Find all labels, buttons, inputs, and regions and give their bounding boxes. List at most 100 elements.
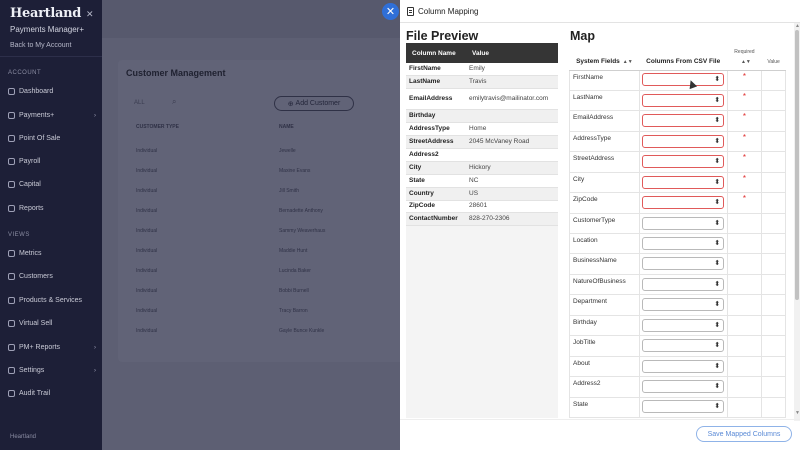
sidebar-item-capital[interactable]: Capital xyxy=(8,181,96,188)
chevron-right-icon: › xyxy=(94,344,96,351)
sidebar-item-products-services[interactable]: Products & Services xyxy=(8,297,96,304)
nav-icon xyxy=(8,273,15,280)
map-row: AddressType * xyxy=(569,130,786,153)
csv-column-cell xyxy=(638,294,728,316)
column-header-name[interactable]: NAME xyxy=(279,124,294,130)
nav-icon xyxy=(8,181,15,188)
cell-name: Jewelle xyxy=(279,148,296,154)
preview-row: AddressType Home xyxy=(406,122,558,137)
csv-column-cell xyxy=(638,212,728,235)
close-drawer-button[interactable]: ✕ xyxy=(382,3,399,20)
csv-column-select[interactable] xyxy=(642,339,725,353)
system-fields-label: System Fields xyxy=(576,57,620,65)
filter-select[interactable]: ALL xyxy=(134,100,145,106)
preview-column-name: LastName xyxy=(406,75,466,90)
back-to-account-link[interactable]: Back to My Account xyxy=(10,42,71,49)
preview-value xyxy=(466,148,558,162)
preview-row: Birthday xyxy=(406,109,558,124)
file-preview-empty-area xyxy=(406,226,558,418)
nav-icon xyxy=(8,390,15,397)
cell-customer-type: Individual xyxy=(136,248,158,254)
csv-column-cell xyxy=(638,396,728,418)
value-header: Value xyxy=(761,43,786,71)
cell-name: Maddie Hunt xyxy=(279,248,308,254)
csv-column-cell xyxy=(638,110,728,132)
column-header-type[interactable]: CUSTOMER TYPE xyxy=(136,124,179,130)
csv-column-select[interactable] xyxy=(642,196,725,210)
value-cell xyxy=(761,396,786,418)
required-cell xyxy=(726,335,763,357)
sidebar-item-payroll[interactable]: Payroll xyxy=(8,158,96,165)
map-row: StreetAddress * xyxy=(569,151,786,173)
map-row: CustomerType xyxy=(569,212,786,235)
search-icon[interactable]: ⌕ xyxy=(172,97,176,107)
required-header[interactable]: Required ▲▼ xyxy=(727,43,762,71)
preview-column-name: Birthday xyxy=(406,109,466,124)
map-row: JobTitle xyxy=(569,335,786,357)
value-cell xyxy=(761,355,786,378)
map-row: Location xyxy=(569,232,786,255)
csv-column-select[interactable] xyxy=(642,359,725,373)
csv-column-select[interactable] xyxy=(642,175,725,189)
csv-column-select[interactable] xyxy=(642,400,725,414)
preview-value: NC xyxy=(466,174,558,188)
scroll-up-icon[interactable]: ▲ xyxy=(795,23,800,29)
required-asterisk: * xyxy=(742,194,746,204)
sidebar-item-virtual-sell[interactable]: Virtual Sell xyxy=(8,320,96,327)
csv-column-cell xyxy=(638,151,728,173)
value-cell xyxy=(761,110,786,132)
map-row: State xyxy=(569,396,786,418)
system-field-name: Birthday xyxy=(569,314,640,337)
csv-column-cell xyxy=(638,89,728,112)
sidebar-item-audit-trail[interactable]: Audit Trail xyxy=(8,390,96,397)
system-fields-header[interactable]: System Fields ▲▼ xyxy=(569,43,640,71)
map-row: Address2 xyxy=(569,376,786,398)
sidebar-section-views: VIEWS xyxy=(8,232,30,238)
csv-column-select[interactable] xyxy=(642,236,725,250)
scroll-down-icon[interactable]: ▼ xyxy=(795,410,800,416)
value-cell xyxy=(761,171,786,194)
system-field-name: LastName xyxy=(569,89,640,112)
sidebar-item-label: Customers xyxy=(19,273,53,280)
sidebar-item-dashboard[interactable]: Dashboard xyxy=(8,88,96,95)
cell-name: Lucinda Baker xyxy=(279,268,311,274)
csv-column-select[interactable] xyxy=(642,114,725,128)
add-customer-button[interactable]: ⊕ Add Customer xyxy=(274,96,354,111)
sidebar-item-settings[interactable]: Settings › xyxy=(8,367,96,374)
csv-column-select[interactable] xyxy=(642,155,725,169)
csv-column-select[interactable] xyxy=(642,257,725,271)
sidebar-item-pm-reports[interactable]: PM+ Reports › xyxy=(8,344,96,351)
csv-column-select[interactable] xyxy=(642,277,725,291)
customer-card xyxy=(118,60,408,362)
save-mapped-columns-button[interactable]: Save Mapped Columns xyxy=(696,426,792,442)
sidebar-close-icon[interactable]: ✕ xyxy=(86,9,94,20)
csv-column-cell xyxy=(638,335,728,357)
value-cell xyxy=(761,130,786,153)
csv-column-select[interactable] xyxy=(642,318,725,332)
csv-column-select[interactable] xyxy=(642,216,725,230)
csv-column-select[interactable] xyxy=(642,298,725,312)
nav-icon xyxy=(8,344,15,351)
sidebar-item-customers[interactable]: Customers xyxy=(8,273,96,280)
sidebar-item-metrics[interactable]: Metrics xyxy=(8,250,96,257)
sort-icon: ▲▼ xyxy=(622,58,633,65)
csv-column-cell xyxy=(638,355,728,378)
required-cell: * xyxy=(726,192,763,214)
brand-subtitle: Payments Manager+ xyxy=(10,25,85,34)
scrollbar-thumb[interactable] xyxy=(795,30,799,300)
required-cell: * xyxy=(726,130,763,153)
cell-customer-type: Individual xyxy=(136,228,158,234)
required-cell xyxy=(726,355,763,378)
csv-column-select[interactable] xyxy=(642,380,725,394)
sidebar-item-reports[interactable]: Reports xyxy=(8,205,96,212)
csv-column-select[interactable] xyxy=(642,134,725,148)
preview-column-name: ZipCode xyxy=(406,200,466,214)
map-table-container[interactable]: System Fields ▲▼ Columns From CSV File Re… xyxy=(569,43,794,418)
csv-column-select[interactable] xyxy=(642,73,725,87)
cell-customer-type: Individual xyxy=(136,328,158,334)
csv-column-select[interactable] xyxy=(642,93,725,107)
file-preview-body: FirstName Emily LastName Travis EmailAddress… xyxy=(406,63,558,227)
preview-column-name: EmailAddress xyxy=(406,88,466,111)
sidebar-item-point-of-sale[interactable]: Point Of Sale xyxy=(8,135,96,142)
sidebar-item-payments-[interactable]: Payments+ › xyxy=(8,112,96,119)
